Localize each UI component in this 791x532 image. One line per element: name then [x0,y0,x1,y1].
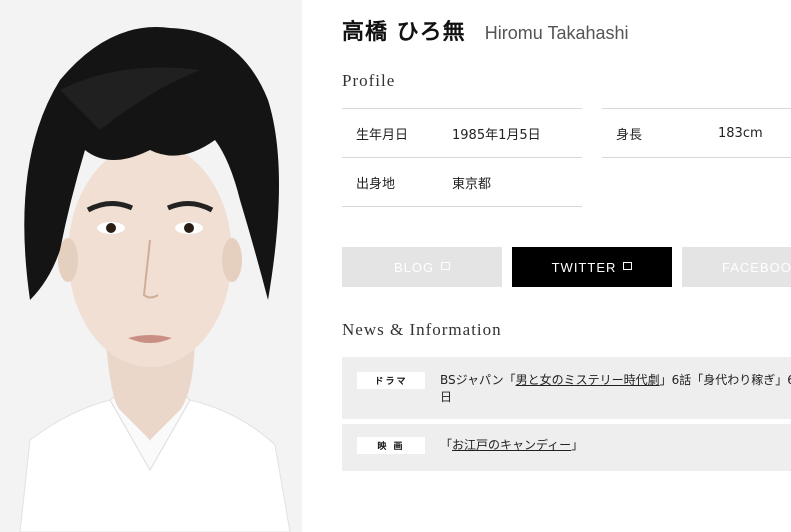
name-english: Hiromu Takahashi [484,23,629,43]
news-text-prefix: BSジャパン「 [440,373,516,387]
external-link-icon [623,262,633,270]
profile-row-height: 身長 183cm [602,108,791,158]
external-link-icon [441,262,451,270]
news-heading: News & Information [342,320,502,339]
profile-row-birthplace: 出身地 東京都 [342,157,582,207]
news-category-badge: 映 画 [357,437,425,454]
news-link[interactable]: 男と女のミステリー時代劇 [516,373,660,387]
profile-value: 183cm [718,125,763,141]
profile-row-birthday: 生年月日 1985年1月5日 [342,108,582,157]
profile-label: 生年月日 [356,127,409,143]
news-link[interactable]: お江戸のキャンディー [452,438,571,452]
news-item[interactable]: ドラマ BSジャパン「男と女のミステリー時代劇」6話「身代わり稼ぎ」6 日 [342,357,791,419]
facebook-button[interactable]: FACEBOO [682,247,791,287]
news-text-suffix: 」 [571,438,584,452]
twitter-button[interactable]: TWITTER [512,247,672,287]
profile-label: 身長 [616,127,643,143]
profile-label: 出身地 [356,176,396,192]
blog-button[interactable]: BLOG [342,247,502,287]
news-category-badge: ドラマ [357,372,425,389]
news-item[interactable]: 映 画 「お江戸のキャンディー」 [342,424,791,471]
profile-photo [0,0,302,532]
news-item-text: 「お江戸のキャンディー」 [440,437,791,454]
name-header: 高橋 ひろ無 Hiromu Takahashi [342,14,629,46]
name-japanese: 高橋 ひろ無 [342,20,466,45]
twitter-button-label: TWITTER [551,259,617,275]
profile-value: 東京都 [452,176,492,192]
profile-heading: Profile [342,71,396,90]
news-text-suffix: 」6話「身代わり稼ぎ」6 [659,373,791,387]
news-text-prefix: 「 [440,438,453,452]
blog-button-label: BLOG [393,259,435,275]
news-text-line2: 日 [440,390,453,404]
news-item-text: BSジャパン「男と女のミステリー時代劇」6話「身代わり稼ぎ」6 日 [440,372,791,406]
profile-value: 1985年1月5日 [452,127,541,143]
facebook-button-label: FACEBOO [722,259,791,275]
